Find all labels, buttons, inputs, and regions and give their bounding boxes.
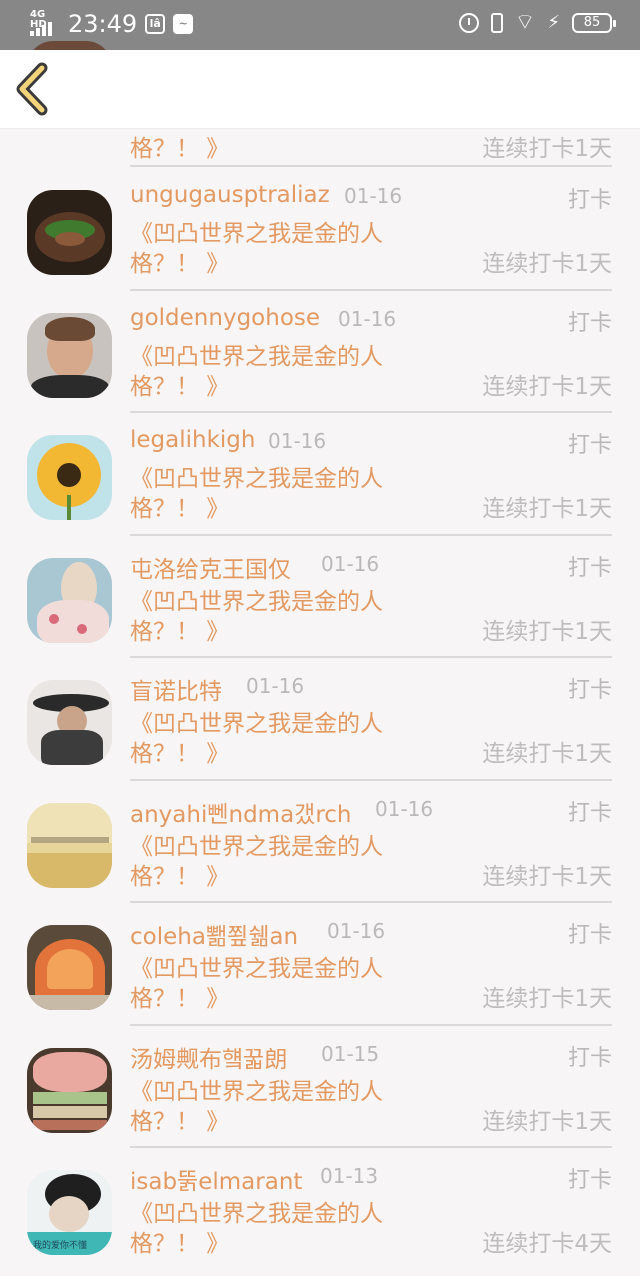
battery-icon: 85 [572,13,616,33]
action-label: 打卡 [567,1168,612,1193]
action-label: 打卡 [567,1045,612,1071]
book-title-line2: 格？！ 》 [130,1108,230,1135]
book-title-line1: 《凹凸世界之我是金的人 [130,466,383,492]
date: 01-16 [327,919,386,943]
action-label: 打卡 [567,310,612,336]
user-name[interactable]: coleha뾂쬪쉚an [130,917,298,951]
date: 01-15 [321,1041,380,1066]
book-title-line2: 格？！ 》 [130,741,230,767]
list-item[interactable]: legalihkigh 01-16 打卡 《凹凸世界之我是金的人 格？！ 》 连… [0,413,640,536]
streak-text: 连续打卡1天 [482,136,612,162]
list-item[interactable]: 我的爱你不懂 isab뚥elmarant 01-13 打卡 《凹凸世界之我是金的… [0,1148,640,1271]
list-item[interactable]: anyahi뻰ndma갰rch 01-16 打卡 《凹凸世界之我是金的人 格？！… [0,781,640,903]
avatar [27,1047,112,1133]
checkin-list: ungugausptraliaz 01-16 打卡 《凹凸世界之我是金的人 格？… [0,168,640,1271]
date: 01-16 [246,674,305,698]
list-item[interactable]: 盲诺比特 01-16 打卡 《凹凸世界之我是金的人 格？！ 》 连续打卡1天 [0,658,640,781]
date: 01-16 [268,429,327,453]
date: 01-16 [321,551,380,576]
book-title-line1: 《凹凸世界之我是金的人 [130,711,383,737]
avatar [27,680,112,765]
user-name[interactable]: legalihkigh [130,427,255,453]
streak-text: 连续打卡1天 [482,741,612,767]
back-button[interactable] [10,62,58,116]
avatar [27,190,112,275]
notification-icon: lâ [145,14,166,34]
avatar [27,435,112,520]
date: 01-13 [320,1164,379,1188]
charging-icon: ⚡ [547,12,560,33]
action-label: 打卡 [567,433,612,458]
streak-text: 连续打卡1天 [482,863,612,890]
book-title-line2: 格？！ 》 [130,496,230,522]
book-title-line2: 格？！ 》 [130,373,230,400]
book-title-line2: 格？！ 》 [130,1231,230,1257]
streak-text: 连续打卡1天 [482,496,612,522]
avatar-caption: 我的爱你不懂 [33,1241,88,1251]
app-notification-icon: ~ [173,14,194,34]
user-name[interactable]: 汤姆觍布헄꿃朗 [130,1040,287,1074]
book-title-line1: 《凹凸世界之我是金的人 [130,833,383,860]
avatar [27,802,112,888]
date: 01-16 [338,306,397,331]
list-item[interactable]: goldennygohose 01-16 打卡 《凹凸世界之我是金的人 格？！ … [0,291,640,413]
list-item[interactable]: ungugausptraliaz 01-16 打卡 《凹凸世界之我是金的人 格？… [0,168,640,291]
battery-level: 85 [583,15,601,30]
book-title-line1: 《凹凸世界之我是金的人 [130,1078,383,1105]
action-label: 打卡 [567,678,612,703]
list-item[interactable]: coleha뾂쬪쉚an 01-16 打卡 《凹凸世界之我是金的人 格？！ 》 连… [0,903,640,1026]
streak-text: 连续打卡1天 [482,618,612,645]
date: 01-16 [375,796,434,821]
avatar: 我的爱你不懂 [27,1170,112,1255]
chevron-left-icon [16,62,48,116]
user-name[interactable]: isab뚥elmarant [130,1162,302,1196]
vibrate-icon [490,13,503,33]
book-title-line2: 格？！ 》 [130,863,230,890]
book-title-line1: 《凹凸世界之我是金的人 [130,588,383,615]
action-label: 打卡 [567,555,612,581]
book-title-line1: 《凹凸世界之我是金的人 [130,956,383,982]
streak-text: 连续打卡1天 [482,373,612,400]
user-name[interactable]: 屯洛给克王国仅 [130,550,291,584]
book-title-line1: 《凹凸世界之我是金的人 [130,1201,383,1227]
action-label: 打卡 [567,800,612,826]
avatar [27,557,112,643]
action-label: 打卡 [567,188,612,213]
status-time: 23:49 [68,10,138,38]
signal-icon: 4G HD [30,10,60,38]
user-name[interactable]: 盲诺比特 [130,672,222,706]
wifi-icon: ⌔ [514,10,536,35]
book-title-line1: 《凹凸世界之我是金的人 [130,343,383,370]
top-bar [0,50,640,129]
list-item[interactable]: 屯洛给克王国仅 01-16 打卡 《凹凸世界之我是金的人 格？！ 》 连续打卡1… [0,536,640,658]
avatar [27,312,112,398]
book-title-line2: 格？！ 》 [130,618,230,645]
avatar [27,925,112,1010]
streak-text: 连续打卡4天 [482,1231,612,1257]
user-name[interactable]: ungugausptraliaz [130,182,330,208]
date: 01-16 [344,184,403,208]
book-title-line2: 格？！ 》 [130,986,230,1012]
streak-text: 连续打卡1天 [482,251,612,277]
action-label: 打卡 [567,923,612,948]
list-item[interactable]: 汤姆觍布헄꿃朗 01-15 打卡 《凹凸世界之我是金的人 格？！ 》 连续打卡1… [0,1026,640,1148]
user-name[interactable]: goldennygohose [130,305,320,331]
streak-text: 连续打卡1天 [482,1108,612,1135]
divider [130,165,612,167]
user-name[interactable]: anyahi뻰ndma갰rch [130,795,352,829]
book-title-line1: 《凹凸世界之我是金的人 [130,221,383,247]
streak-text: 连续打卡1天 [482,986,612,1012]
book-title-line2: 格？！ 》 [130,136,230,162]
alarm-icon [458,13,479,33]
book-title-line2: 格？！ 》 [130,251,230,277]
